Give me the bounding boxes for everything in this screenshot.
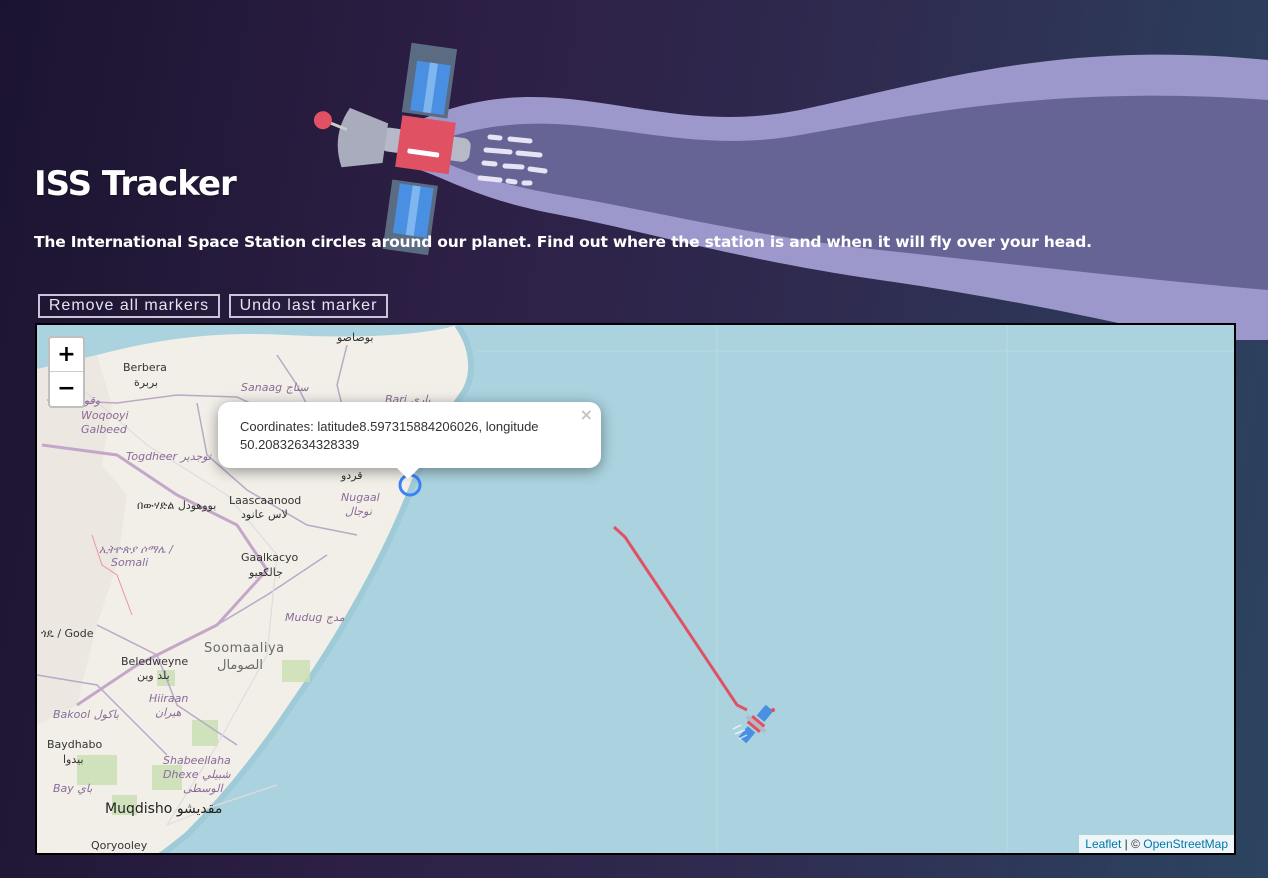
map-label: Bakool باكول xyxy=(53,708,119,721)
map-attribution: Leaflet | © OpenStreetMap xyxy=(1079,835,1234,853)
map-label: በውሃድል بووهودل xyxy=(137,499,217,512)
undo-last-marker-button[interactable]: Undo last marker xyxy=(229,294,388,318)
coordinates-popup: × Coordinates: latitude8.597315884206026… xyxy=(218,402,601,479)
map-label: نوجال xyxy=(345,505,372,518)
map-label: ኢትዮጵያ ሶማሌ / xyxy=(99,543,173,556)
map-label: قردو xyxy=(341,469,363,482)
remove-all-markers-button[interactable]: Remove all markers xyxy=(38,294,220,318)
popup-close-button[interactable]: × xyxy=(580,406,593,424)
map-label: Shabeellaha xyxy=(163,754,231,767)
zoom-out-button[interactable]: − xyxy=(50,372,83,406)
map-container[interactable]: بوصاصو Berbera بربرة Sanaag سناج وقويي غ… xyxy=(35,323,1236,855)
map-label: Nugaal xyxy=(341,491,380,504)
map-label: جالكعيو xyxy=(249,566,283,579)
map-label: بيدوا xyxy=(63,753,84,766)
map-label: Galbeed xyxy=(81,423,127,436)
openstreetmap-link[interactable]: OpenStreetMap xyxy=(1143,837,1228,851)
map-label: Togdheer توجدير xyxy=(126,450,212,463)
page-subtitle: The International Space Station circles … xyxy=(34,233,1092,251)
map-label: Qoryooley xyxy=(91,839,148,852)
map-label: Gaalkacyo xyxy=(241,551,299,564)
map-label: Sanaag سناج xyxy=(241,381,309,394)
map-label: Hiiraan xyxy=(149,692,189,705)
map-label: الصومال xyxy=(217,658,263,673)
map-label: Muqdisho مقديشو xyxy=(105,801,223,817)
zoom-control: + − xyxy=(48,336,85,408)
map-label: ጎዴ / Gode xyxy=(41,627,94,640)
map-label: Bay باي xyxy=(53,782,93,795)
map-label: هيران xyxy=(155,706,182,719)
map-label: Dhexe شبيلي xyxy=(163,768,231,781)
map-label: بلد وين xyxy=(137,669,170,682)
map-label: Baydhabo xyxy=(47,738,103,751)
map-label: لاس عانود xyxy=(241,508,288,521)
page-title: ISS Tracker xyxy=(34,164,237,204)
iss-track-line xyxy=(612,525,748,712)
map-label: Beledweyne xyxy=(121,655,189,668)
iss-illustration xyxy=(313,42,471,256)
popup-tip xyxy=(396,467,420,479)
map-label: Somali xyxy=(111,556,149,569)
zoom-in-button[interactable]: + xyxy=(50,338,83,372)
map-label: الوسطى xyxy=(183,782,223,795)
map-label: Berbera xyxy=(123,361,167,374)
map-label: Soomaaliya xyxy=(204,641,285,656)
map-label: Laascaanood xyxy=(229,494,302,507)
popup-content: Coordinates: latitude8.597315884206026, … xyxy=(240,419,539,452)
iss-marker-antenna xyxy=(771,708,775,712)
map-label: Woqooyi xyxy=(81,409,129,422)
attribution-separator: | © xyxy=(1121,837,1144,851)
map-label: Mudug مدج xyxy=(285,611,345,624)
map-label: بوصاصو xyxy=(337,331,374,344)
leaflet-link[interactable]: Leaflet xyxy=(1085,837,1121,851)
map-label: بربرة xyxy=(134,376,159,389)
